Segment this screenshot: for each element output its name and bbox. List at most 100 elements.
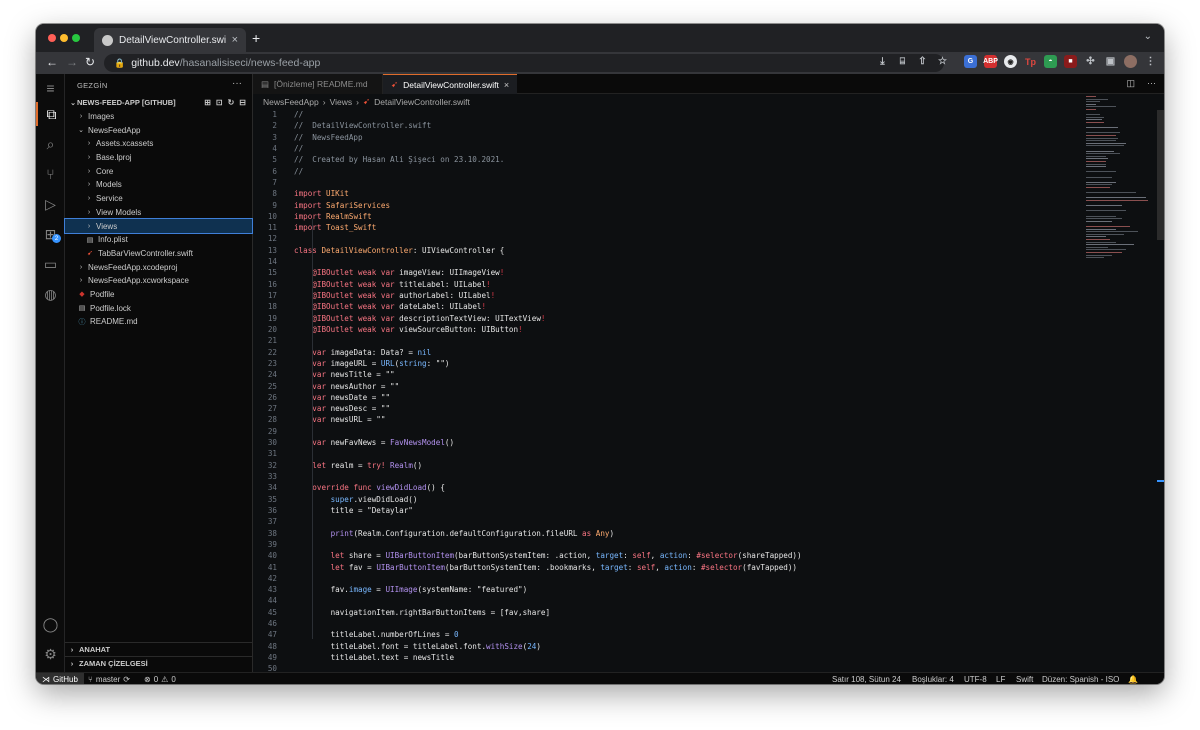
code-editor[interactable]: 1 // 2 // DetailViewController.swift 3 // New… [253,109,1093,675]
outline-section[interactable]: › ANAHAT [65,642,252,656]
breadcrumb-item[interactable]: Views [330,97,353,107]
tree-item[interactable]: › NewsFeedApp.xcodeproj [65,260,252,274]
breadcrumb-item[interactable]: NewsFeedApp [263,97,319,107]
refresh-icon[interactable]: ↻ [228,98,235,107]
minimap[interactable] [1084,96,1154,276]
new-folder-icon[interactable]: ⊡ [216,98,223,107]
run-debug-icon[interactable]: ▷ [36,192,65,216]
accounts-icon[interactable]: ◯ [36,612,65,636]
tab-readme-preview[interactable]: ▤ [Önizleme] README.md [253,74,383,94]
line-text: @IBOutlet weak var imageView: UIImageVie… [312,268,505,278]
extension-tp-icon[interactable]: Tp [1024,55,1037,68]
split-editor-icon[interactable]: ◫ [1126,78,1135,89]
tree-item-label: TabBarViewController.swift [98,248,194,258]
extension-green-icon[interactable]: ◓ [1044,55,1057,68]
collapse-all-icon[interactable]: ⊟ [239,98,246,107]
tree-item[interactable]: › Assets.xcassets [65,137,252,151]
zoom-window-button[interactable] [72,34,80,42]
source-control-icon[interactable]: ⑂ [36,162,65,186]
close-tab-icon[interactable]: × [232,34,238,46]
indentation-selector[interactable]: Boşluklar: 4 [912,673,954,684]
cursor-position[interactable]: Satır 108, Sütun 24 [832,673,901,684]
line-text: // [294,110,304,119]
branch-indicator[interactable]: ⑂ master ⟳ [88,673,130,684]
close-tab-icon[interactable]: × [504,80,509,90]
language-selector[interactable]: Swift [1016,673,1033,684]
encoding-selector[interactable]: UTF-8 [964,673,987,684]
code-line: 21 [253,335,1093,346]
minimap-line [1086,184,1112,186]
tree-item[interactable]: ◆ Podfile [65,288,252,302]
tree-item[interactable]: ➹ TabBarViewController.swift [65,247,252,261]
chevron-right-icon: › [87,181,91,189]
github-icon[interactable]: ◍ [36,282,65,306]
code-line: 48 titleLabel.font = titleLabel.font.wit… [253,641,1093,652]
share-icon[interactable]: ⇧ [916,55,929,68]
new-tab-button[interactable]: + [252,30,260,46]
tree-item[interactable]: › Views [64,218,253,234]
tree-item[interactable]: ▤ Podfile.lock [65,301,252,315]
tree-item[interactable]: › View Models [65,206,252,220]
line-text: // DetailViewController.swift [294,121,432,131]
bookmark-star-icon[interactable]: ☆ [936,55,949,68]
eol-selector[interactable]: LF [996,673,1005,684]
back-icon[interactable]: ← [46,55,58,69]
translate-icon[interactable]: ⌸ [896,55,909,68]
tree-item[interactable]: ⌄ NewsFeedApp [65,123,252,137]
browser-menu-icon[interactable]: ⋮ [1144,55,1157,68]
tree-item-label: NewsFeedApp.xcworkspace [88,276,189,286]
vertical-scrollbar[interactable] [1157,110,1164,240]
adblock-extension-icon[interactable]: ABP [983,55,998,68]
address-bar[interactable]: 🔒 github.dev/hasanalisiseci/news-feed-ap… [104,54,944,72]
install-app-icon[interactable]: ⤓ [876,55,889,68]
profile-avatar[interactable] [1124,55,1137,68]
line-number: 47 [267,630,277,640]
search-icon[interactable]: ⌕ [36,132,65,156]
settings-gear-icon[interactable]: ⚙ [36,642,65,666]
tree-item[interactable]: › Core [65,164,252,178]
tree-item[interactable]: ⌄ NEWS-FEED-APP [GITHUB] ⊞ ⊡ ↻ ⊟ [65,96,252,110]
editor-more-icon[interactable]: ··· [1147,78,1156,89]
reload-icon[interactable]: ↻ [85,55,95,69]
extensions-icon[interactable]: ⊞ 2 [36,222,65,246]
minimap-line [1086,171,1116,173]
line-number: 11 [267,223,277,233]
tree-item[interactable]: ▤ Info.plist [65,233,252,247]
tree-item[interactable]: › Models [65,178,252,192]
tree-item[interactable]: › NewsFeedApp.xcworkspace [65,274,252,288]
preview-icon: ▤ [261,78,270,89]
browser-tab[interactable]: DetailViewController.swift — n × [94,28,246,52]
extension-red-icon[interactable]: ■ [1064,55,1077,68]
lock-icon: 🔒 [114,57,126,68]
explorer-icon[interactable]: ⧉ [36,102,65,126]
tab-search-icon[interactable]: ⌄ [1144,31,1152,42]
minimap-line [1086,158,1108,160]
tree-item[interactable]: › Images [65,110,252,124]
side-panel-icon[interactable]: ▣ [1104,55,1117,68]
keyboard-layout-selector[interactable]: Düzen: Spanish - ISO [1042,673,1119,684]
new-file-icon[interactable]: ⊞ [204,98,211,107]
line-number: 26 [267,392,277,402]
breadcrumb-item[interactable]: DetailViewController.swift [374,97,470,107]
remote-explorer-icon[interactable]: ▭ [36,252,65,276]
timeline-section[interactable]: › ZAMAN ÇİZELGESİ [65,656,252,670]
line-number: 4 [272,143,277,153]
tree-item[interactable]: › Service [65,192,252,206]
minimap-line [1086,210,1126,212]
menu-icon[interactable]: ≡ [36,76,65,100]
problems-indicator[interactable]: ⊗ 0 ⚠ 0 [144,673,176,684]
more-actions-icon[interactable]: ··· [232,78,242,89]
notifications-bell-icon[interactable]: 🔔 [1128,673,1138,684]
close-window-button[interactable] [48,34,56,42]
extension-circle-icon[interactable]: ◉ [1004,55,1017,68]
tab-detailviewcontroller[interactable]: ➹ DetailViewController.swift × [383,74,517,94]
extensions-puzzle-icon[interactable]: ✣ [1084,55,1097,68]
line-text: var newsURL = "" [312,415,386,425]
tree-item[interactable]: › Base.lproj [65,151,252,165]
tree-item[interactable]: ⓘ README.md [65,315,252,329]
minimize-window-button[interactable] [60,34,68,42]
vscode-workbench: ≡ ⧉ ⌕ ⑂ ▷ ⊞ 2 ▭ ◍ ◯ ⚙ GEZGİN ··· ⌄ NEWS-FE… [36,74,1164,675]
forward-icon[interactable]: → [66,55,78,69]
google-translate-extension-icon[interactable]: G [964,55,977,68]
remote-indicator[interactable]: ⋊ GitHub [36,673,84,684]
